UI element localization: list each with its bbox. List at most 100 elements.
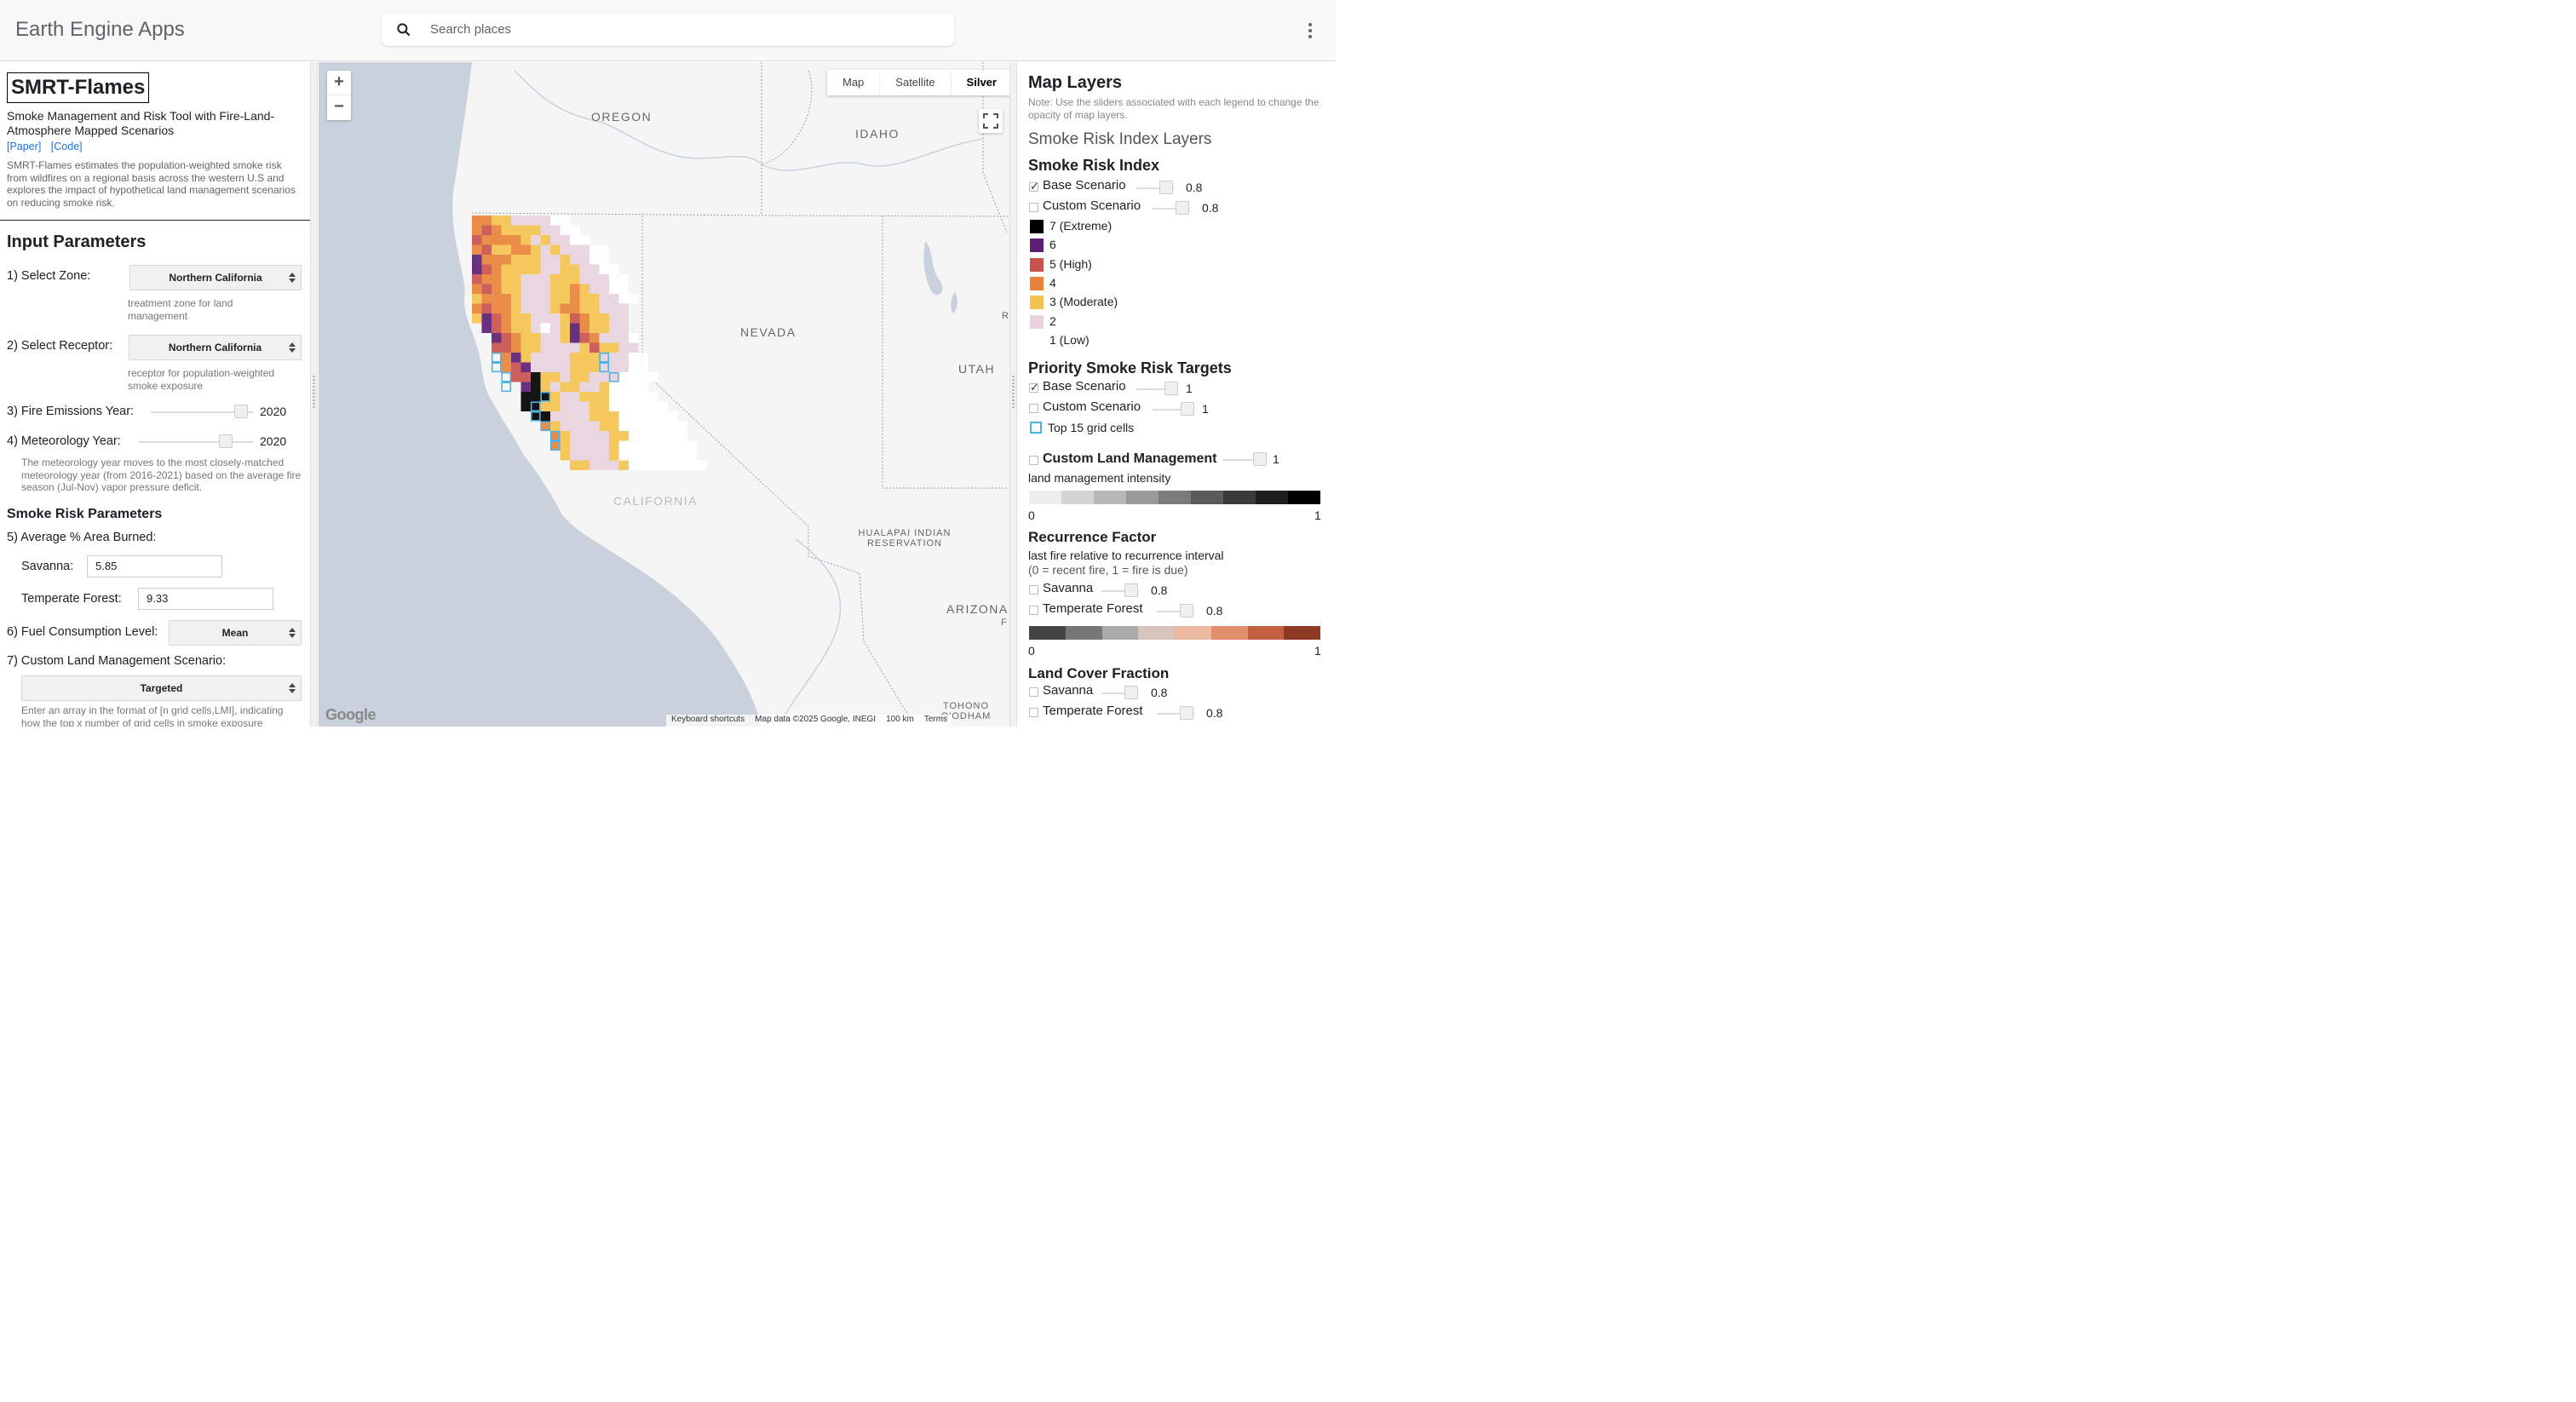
clm-checkbox[interactable] xyxy=(1029,456,1038,465)
fullscreen-icon[interactable] xyxy=(979,109,1003,133)
more-menu-icon[interactable] xyxy=(1302,20,1319,41)
rec-savanna-slider[interactable] xyxy=(1101,583,1139,597)
sri-custom-value: 0.8 xyxy=(1202,201,1219,215)
slider-thumb[interactable] xyxy=(1124,686,1138,699)
ramp-segment xyxy=(1126,491,1159,504)
grid-cell xyxy=(589,392,600,402)
grid-cell xyxy=(550,421,561,431)
met-year-slider[interactable] xyxy=(139,434,253,448)
map-type-map[interactable]: Map xyxy=(827,70,881,95)
sri-base-slider[interactable] xyxy=(1136,181,1174,194)
zone-select[interactable]: Northern California xyxy=(129,265,302,290)
grid-cell xyxy=(520,362,531,372)
grid-cell xyxy=(629,431,639,441)
select-arrows-icon xyxy=(289,628,296,638)
slider-thumb[interactable] xyxy=(1181,402,1194,416)
sri-custom-checkbox[interactable] xyxy=(1029,203,1038,212)
scale-text[interactable]: 100 km xyxy=(886,715,914,727)
savanna-input[interactable]: 5.85 xyxy=(87,555,222,577)
grid-cell xyxy=(570,392,580,402)
clm-slider[interactable] xyxy=(1222,452,1267,466)
grid-cell xyxy=(531,333,541,343)
legend-swatch xyxy=(1030,333,1044,348)
slider-thumb[interactable] xyxy=(1164,382,1178,395)
left-splitter[interactable] xyxy=(310,62,318,727)
grid-cell xyxy=(618,372,629,382)
sri-custom-slider[interactable] xyxy=(1153,201,1190,215)
map-type-silver[interactable]: Silver xyxy=(952,70,1009,95)
lake xyxy=(923,241,943,296)
map-view[interactable]: + − Map Satellite Silver OREGON IDAHO NE… xyxy=(319,62,1009,727)
priority-custom-slider[interactable] xyxy=(1153,402,1194,416)
custom-scenario-label: 7) Custom Land Management Scenario: xyxy=(7,654,227,668)
slider-thumb[interactable] xyxy=(1180,706,1193,720)
priority-base-checkbox[interactable] xyxy=(1029,381,1039,394)
right-splitter[interactable] xyxy=(1009,62,1017,727)
slider-thumb[interactable] xyxy=(1124,583,1138,597)
clm-min: 0 xyxy=(1028,509,1035,522)
lcf-savanna-checkbox[interactable] xyxy=(1029,687,1038,697)
slider-thumb[interactable] xyxy=(234,405,248,418)
clm-color-ramp xyxy=(1029,491,1320,504)
grid-cell xyxy=(609,460,619,470)
priority-base-slider[interactable] xyxy=(1136,382,1178,395)
rec-savanna-checkbox[interactable] xyxy=(1029,585,1038,595)
grid-cell xyxy=(618,451,629,461)
grid-cell xyxy=(629,362,639,372)
search-box[interactable]: Search places xyxy=(382,14,954,46)
lcf-savanna-slider[interactable] xyxy=(1101,686,1139,699)
grid-cell xyxy=(481,303,492,313)
grid-cell xyxy=(579,362,589,372)
zoom-out-button[interactable]: − xyxy=(327,95,351,120)
grid-cell xyxy=(540,274,550,284)
code-link[interactable]: [Code] xyxy=(51,141,83,152)
app-title[interactable]: Earth Engine Apps xyxy=(15,18,185,42)
fuel-select[interactable]: Mean xyxy=(169,620,302,646)
keyboard-shortcuts-link[interactable]: Keyboard shortcuts xyxy=(671,715,745,727)
grid-cell xyxy=(540,323,550,333)
receptor-select[interactable]: Northern California xyxy=(129,335,302,360)
lcf-temperate-slider[interactable] xyxy=(1157,706,1194,720)
slider-thumb[interactable] xyxy=(1180,604,1193,618)
priority-custom-checkbox[interactable] xyxy=(1029,404,1038,413)
search-input[interactable]: Search places xyxy=(430,22,511,37)
grid-cell xyxy=(560,333,570,343)
sri-base-checkbox[interactable] xyxy=(1029,180,1039,193)
grid-cell xyxy=(648,372,658,382)
grid-cell xyxy=(540,284,550,294)
zoom-in-button[interactable]: + xyxy=(327,71,351,95)
grid-cell xyxy=(629,294,639,304)
area-burned-label: 5) Average % Area Burned: xyxy=(7,531,157,544)
grid-cell xyxy=(570,342,580,353)
custom-scenario-select[interactable]: Targeted xyxy=(21,675,302,701)
ramp-segment xyxy=(1029,491,1061,504)
grid-cell xyxy=(658,411,668,422)
terms-link[interactable]: Terms xyxy=(924,715,947,727)
search-icon[interactable] xyxy=(395,21,412,38)
legend-swatch xyxy=(1030,220,1044,233)
slider-thumb[interactable] xyxy=(219,434,233,448)
fire-year-slider[interactable] xyxy=(151,405,253,418)
grid-cell xyxy=(599,323,609,333)
map-type-satellite[interactable]: Satellite xyxy=(880,70,952,95)
grid-cell xyxy=(492,274,502,284)
temperate-input[interactable]: 9.33 xyxy=(138,588,273,610)
rec-temperate-slider[interactable] xyxy=(1157,604,1194,618)
slider-thumb[interactable] xyxy=(1176,201,1189,215)
slider-thumb[interactable] xyxy=(1253,452,1267,466)
grid-cell xyxy=(501,235,511,245)
slider-thumb[interactable] xyxy=(1159,181,1173,194)
section-divider xyxy=(0,220,310,221)
grid-cell xyxy=(560,215,570,226)
zone-label: 1) Select Zone: xyxy=(7,269,91,283)
rec-temperate-checkbox[interactable] xyxy=(1029,606,1038,615)
paper-link[interactable]: [Paper] xyxy=(7,141,41,152)
grid-cell xyxy=(531,362,541,372)
lcf-temperate-checkbox[interactable] xyxy=(1029,708,1038,717)
grid-cell xyxy=(531,411,541,422)
grid-cell xyxy=(560,382,570,392)
grid-cell xyxy=(560,244,570,255)
rec-min: 0 xyxy=(1028,644,1035,658)
map-canvas[interactable] xyxy=(319,62,1009,727)
grid-cell xyxy=(599,382,609,392)
